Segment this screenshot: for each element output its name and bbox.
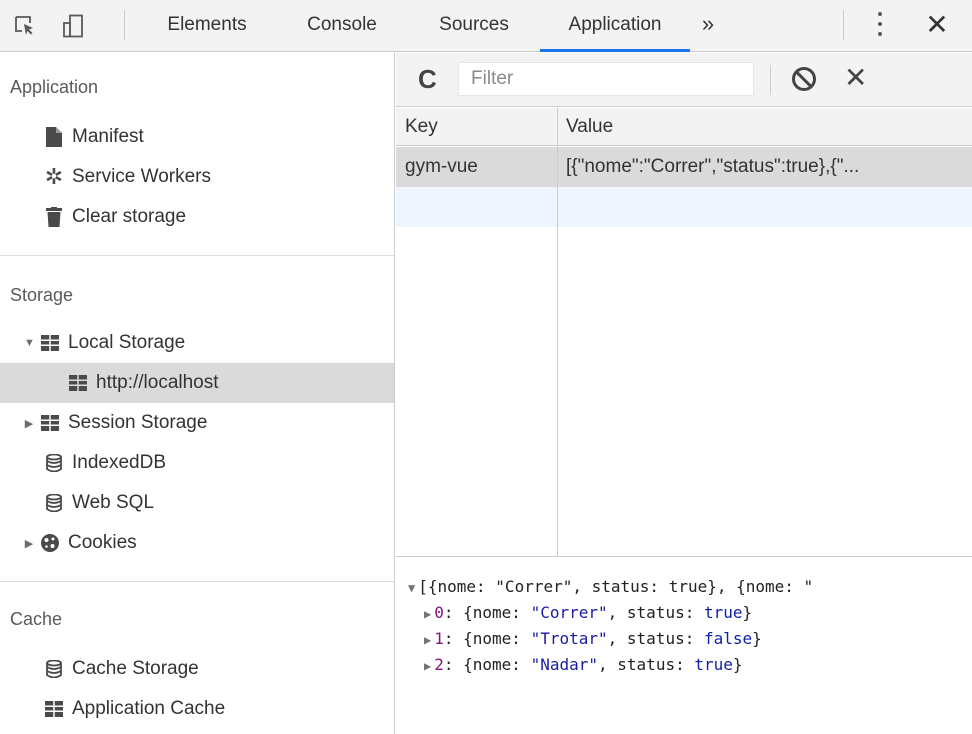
preview-item[interactable]: ▶ 2: {nome: "Nadar", status: true} <box>424 652 743 678</box>
cookie-icon <box>40 533 60 553</box>
sidebar-item-label: Web SQL <box>72 492 155 513</box>
kebab-menu-icon[interactable] <box>874 10 886 40</box>
expand-arrow-icon[interactable]: ▶ <box>424 633 431 647</box>
inspect-icon[interactable] <box>12 0 38 52</box>
sidebar-item-application-cache[interactable]: Application Cache <box>0 689 394 729</box>
table-row[interactable]: gym-vue [{"nome":"Correr","status":true}… <box>396 147 972 187</box>
database-icon <box>44 453 64 473</box>
sidebar-item-label: http://localhost <box>96 372 219 393</box>
sidebar-item-cookies[interactable]: ▶ Cookies <box>0 523 394 563</box>
sidebar-item-localhost[interactable]: http://localhost <box>0 363 394 403</box>
sidebar-item-label: Cookies <box>68 532 137 553</box>
more-tabs-icon[interactable]: » <box>697 0 719 52</box>
sidebar-item-local-storage[interactable]: ▼ Local Storage <box>0 323 394 363</box>
table-icon <box>40 333 60 353</box>
refresh-icon[interactable]: C <box>418 53 437 107</box>
tab-console[interactable]: Console <box>286 0 398 52</box>
device-toggle-icon[interactable] <box>60 0 90 52</box>
cell-key[interactable]: gym-vue <box>405 147 553 187</box>
close-icon[interactable]: ✕ <box>920 0 954 52</box>
database-icon <box>44 659 64 679</box>
gear-icon: ✲ <box>44 164 64 189</box>
sidebar-item-clear-storage[interactable]: Clear storage <box>0 197 394 237</box>
section-divider <box>0 255 394 256</box>
database-icon <box>44 493 64 513</box>
sidebar-item-label: IndexedDB <box>72 452 167 473</box>
column-header-key[interactable]: Key <box>405 108 438 146</box>
toolbar-separator <box>124 10 125 40</box>
application-sidebar: Application Manifest ✲ Service Workers C… <box>0 53 395 734</box>
section-title-storage: Storage <box>10 285 74 305</box>
tab-sources[interactable]: Sources <box>418 0 530 52</box>
section-title-application: Application <box>10 77 99 97</box>
expand-arrow-icon[interactable]: ▶ <box>424 659 431 673</box>
sidebar-item-label: Clear storage <box>72 206 187 227</box>
table-row-empty[interactable] <box>396 187 972 227</box>
section-divider <box>0 581 394 582</box>
sidebar-item-label: Cache Storage <box>72 658 199 679</box>
collapse-arrow-icon[interactable]: ▼ <box>408 581 415 595</box>
column-header-value[interactable]: Value <box>566 108 613 146</box>
grid-header: Key Value <box>396 108 972 146</box>
delete-selected-icon[interactable]: ✕ <box>844 53 867 107</box>
sidebar-item-label: Session Storage <box>68 412 208 433</box>
expand-arrow-icon[interactable]: ▶ <box>24 417 34 430</box>
storage-data-grid: Key Value gym-vue [{"nome":"Correr","sta… <box>396 108 972 557</box>
storage-toolbar: C ✕ <box>396 53 972 107</box>
filter-input[interactable] <box>458 62 754 96</box>
tab-elements[interactable]: Elements <box>148 0 266 52</box>
table-icon <box>44 699 64 719</box>
sidebar-item-label: Manifest <box>72 126 144 147</box>
sidebar-item-session-storage[interactable]: ▶ Session Storage <box>0 403 394 443</box>
sidebar-item-service-workers[interactable]: ✲ Service Workers <box>0 157 394 197</box>
table-icon <box>40 413 60 433</box>
expand-arrow-icon[interactable]: ▶ <box>424 607 431 621</box>
value-preview: ▼ [{nome: "Correr", status: true}, {nome:… <box>396 558 972 734</box>
preview-summary[interactable]: ▼ [{nome: "Correr", status: true}, {nome:… <box>408 574 813 600</box>
section-title-cache: Cache <box>10 609 63 629</box>
devtools-toolbar: Elements Console Sources Application » ✕ <box>0 0 972 52</box>
trash-icon <box>44 207 64 227</box>
expand-arrow-icon[interactable]: ▼ <box>24 337 35 349</box>
document-icon <box>44 127 64 147</box>
sidebar-item-cache-storage[interactable]: Cache Storage <box>0 649 394 689</box>
sidebar-item-label: Application Cache <box>72 698 226 719</box>
storage-main-panel: C ✕ Key Value gym-vue [{"nome":"Correr",… <box>396 53 972 734</box>
sidebar-item-label: Service Workers <box>72 166 212 187</box>
preview-item[interactable]: ▶ 1: {nome: "Trotar", status: false} <box>424 626 762 652</box>
expand-arrow-icon[interactable]: ▶ <box>24 537 34 550</box>
sidebar-item-indexeddb[interactable]: IndexedDB <box>0 443 394 483</box>
preview-item[interactable]: ▶ 0: {nome: "Correr", status: true} <box>424 600 752 626</box>
column-divider <box>557 108 558 557</box>
cell-value[interactable]: [{"nome":"Correr","status":true},{"... <box>566 147 966 187</box>
clear-all-icon[interactable] <box>792 67 816 91</box>
sidebar-item-web-sql[interactable]: Web SQL <box>0 483 394 523</box>
toolbar-separator <box>770 65 771 95</box>
sidebar-item-manifest[interactable]: Manifest <box>0 117 394 157</box>
tab-application[interactable]: Application <box>540 0 690 52</box>
toolbar-separator <box>843 10 844 40</box>
sidebar-item-label: Local Storage <box>68 332 186 353</box>
table-icon <box>68 373 88 393</box>
